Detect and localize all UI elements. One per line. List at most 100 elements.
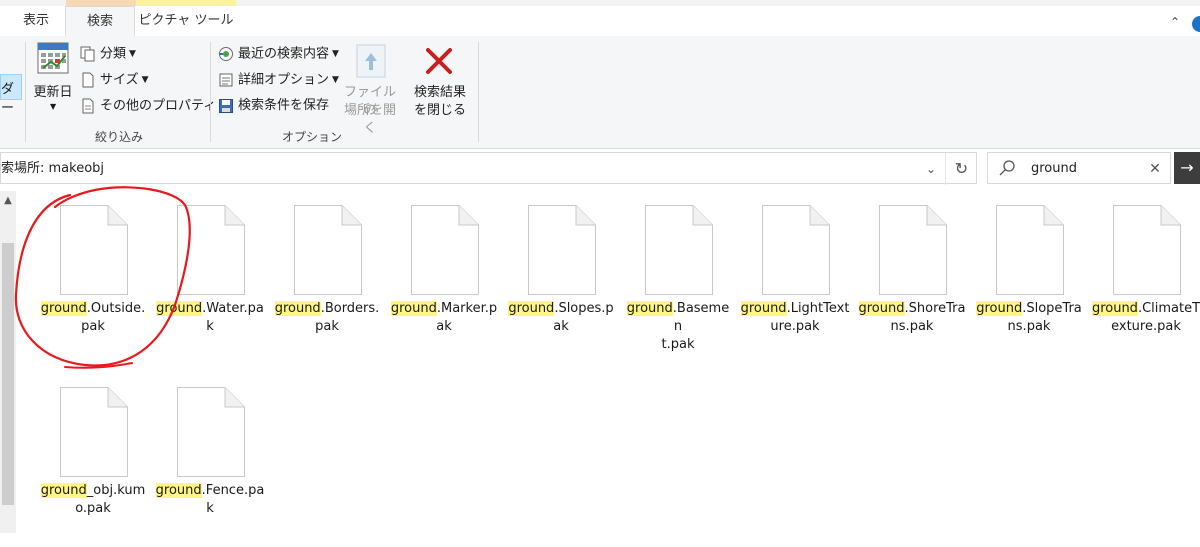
file-item[interactable]: ground.Basemen t.pak <box>623 195 733 365</box>
file-name-part: ns.pak <box>1007 319 1051 334</box>
advanced-options-label: 詳細オプション <box>238 72 330 88</box>
file-icon <box>762 205 830 299</box>
search-match-highlight: ground <box>1091 301 1138 316</box>
search-go-button[interactable]: → <box>1174 152 1200 184</box>
file-name-part: .Borders. <box>320 301 380 316</box>
red-annotation-circle <box>14 186 191 369</box>
file-name-part: .ShoreTra <box>904 301 966 316</box>
file-name-part: ns.pak <box>890 319 934 334</box>
advanced-options-button[interactable]: 詳細オプション ▼ <box>218 70 339 91</box>
ribbon-separator <box>478 42 479 142</box>
address-text: 索場所: makeobj <box>1 161 105 176</box>
file-name: ground_obj.kum o.pak <box>38 482 148 518</box>
search-box[interactable]: ground ✕ <box>987 152 1171 184</box>
ribbon-separator <box>210 42 211 142</box>
calendar-icon <box>37 42 69 74</box>
file-icon <box>528 205 596 299</box>
search-match-highlight: ground <box>740 301 787 316</box>
collapse-ribbon-icon[interactable]: ⌃ <box>1170 15 1180 29</box>
refresh-icon[interactable]: ↻ <box>945 153 977 185</box>
file-name-part: o.pak <box>75 501 111 516</box>
recent-searches-button[interactable]: 最近の検索内容 ▼ <box>218 44 339 65</box>
file-name: ground.SlopeTra ns.pak <box>974 300 1084 336</box>
file-name-part: .SlopeTra <box>1022 301 1082 316</box>
save-icon <box>219 98 233 113</box>
search-input[interactable]: ground <box>1031 153 1077 185</box>
tab-view[interactable]: 表示 <box>8 6 64 36</box>
date-modified-label: 更新日 <box>33 85 73 100</box>
close-search-label-1: 検索結果 <box>413 85 466 100</box>
kind-button[interactable]: 分類 ▼ <box>80 44 136 65</box>
file-item[interactable]: ground.Slopes.p ak <box>506 195 616 365</box>
size-button[interactable]: サイズ ▼ <box>80 70 149 91</box>
file-icon <box>60 387 128 481</box>
tab-search[interactable]: 検索 <box>65 6 135 36</box>
file-name-part: ak <box>553 319 569 334</box>
file-name-part: k <box>206 501 214 516</box>
file-name: ground.Fence.pa k <box>155 482 265 518</box>
file-name: ground.Borders. pak <box>272 300 382 336</box>
file-item[interactable]: ground.Fence.pa k <box>155 377 265 547</box>
search-icon <box>999 160 1015 176</box>
file-item[interactable]: ground.SlopeTra ns.pak <box>974 195 1084 365</box>
close-icon <box>426 48 452 74</box>
file-name: ground.Slopes.p ak <box>506 300 616 336</box>
file-name: ground.Marker.p ak <box>389 300 499 336</box>
partial-ribbon-label: ダー <box>1 82 15 116</box>
close-search-button[interactable]: 検索結果 を閉じる <box>408 40 472 124</box>
open-location-icon <box>356 44 386 78</box>
open-file-location-button[interactable]: ファイルの 場所を開く <box>338 40 402 136</box>
file-item[interactable]: ground.LightText ure.pak <box>740 195 850 365</box>
file-name: ground.ClimateT exture.pak <box>1091 300 1200 336</box>
file-item[interactable]: ground.ShoreTra ns.pak <box>857 195 967 365</box>
file-item[interactable]: ground.ClimateT exture.pak <box>1091 195 1200 365</box>
other-properties-button[interactable]: その他のプロパティ▼ <box>80 96 226 117</box>
file-icon <box>879 205 947 299</box>
dropdown-arrow-icon: ▼ <box>129 49 136 59</box>
file-name-part: k <box>206 319 214 334</box>
file-icon <box>411 205 479 299</box>
ribbon: ダー 更新日 ▼ 分類▼ サイズ▼ その他のプロパティ▼ <box>0 36 1200 149</box>
ribbon-tab-row: 表示 検索 ピクチャ ツール ⌃ <box>0 6 1200 37</box>
file-name-part: .LightText <box>786 301 850 316</box>
file-name-part: _obj.kum <box>86 483 146 498</box>
recent-searches-label: 最近の検索内容 <box>238 46 330 62</box>
file-name-part: pak <box>315 319 339 334</box>
file-name: ground.ShoreTra ns.pak <box>857 300 967 336</box>
save-search-button[interactable]: 検索条件を保存 <box>218 96 329 116</box>
address-bar[interactable]: 索場所: makeobj ⌄ ↻ <box>0 152 977 185</box>
size-icon <box>82 72 94 88</box>
search-match-highlight: ground <box>626 301 673 316</box>
search-match-highlight: ground <box>858 301 905 316</box>
file-name: ground.LightText ure.pak <box>740 300 850 336</box>
recent-searches-icon <box>219 47 233 61</box>
search-match-highlight: ground <box>40 483 87 498</box>
date-modified-button[interactable]: 更新日 ▼ <box>30 40 76 124</box>
dropdown-arrow-icon: ▼ <box>50 102 57 111</box>
address-dropdown-icon[interactable]: ⌄ <box>919 153 943 185</box>
tab-picture-tools[interactable]: ピクチャ ツール <box>136 6 236 36</box>
file-name-part: exture.pak <box>1111 319 1181 334</box>
help-icon[interactable] <box>1192 16 1200 32</box>
file-icon <box>996 205 1064 299</box>
file-icon <box>645 205 713 299</box>
search-match-highlight: ground <box>155 483 202 498</box>
partial-ribbon-button[interactable]: ダー <box>0 74 22 116</box>
file-icon <box>1113 205 1181 299</box>
clear-search-icon[interactable]: ✕ <box>1140 153 1170 185</box>
search-match-highlight: ground <box>976 301 1023 316</box>
search-match-highlight: ground <box>508 301 555 316</box>
file-name-part: .Fence.pa <box>201 483 265 498</box>
file-name-part: t.pak <box>661 337 695 352</box>
options-group-label: オプション <box>282 130 343 144</box>
kind-label: 分類 <box>100 46 127 62</box>
file-item[interactable]: ground.Marker.p ak <box>389 195 499 365</box>
file-icon <box>294 205 362 299</box>
search-match-highlight: ground <box>390 301 437 316</box>
file-item[interactable]: ground_obj.kum o.pak <box>38 377 148 547</box>
file-name-part: .Slopes.p <box>554 301 614 316</box>
file-name-part: .ClimateT <box>1137 301 1200 316</box>
file-name: ground.Basemen t.pak <box>623 300 733 354</box>
dropdown-arrow-icon: ▼ <box>141 75 149 85</box>
file-item[interactable]: ground.Borders. pak <box>272 195 382 365</box>
